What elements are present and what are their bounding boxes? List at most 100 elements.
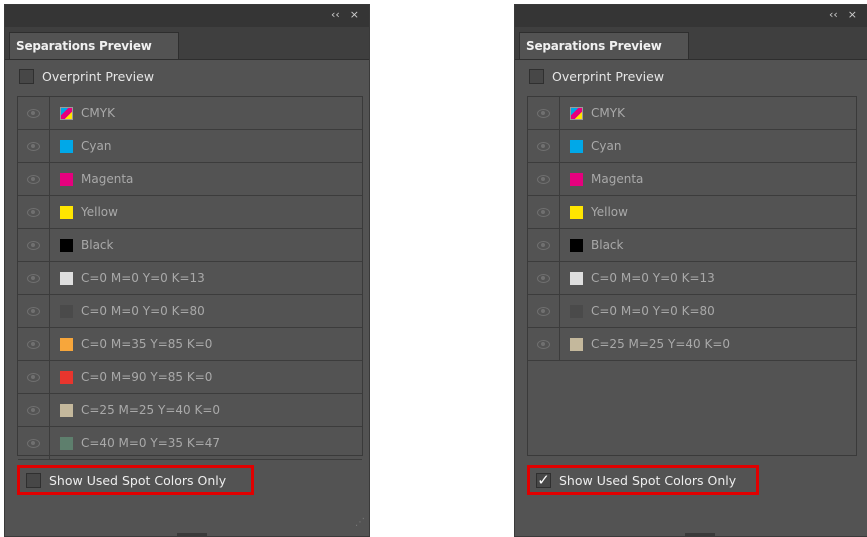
ink-row[interactable]: C=0 M=35 Y=85 K=0 [18,328,362,361]
color-swatch [60,403,73,417]
visibility-toggle[interactable] [528,295,560,327]
show-used-spot-colors-checkbox[interactable]: ✓ [536,470,551,489]
ink-row[interactable]: Cyan [528,130,856,163]
visibility-toggle[interactable] [18,262,50,294]
show-used-spot-colors-option[interactable]: Show Used Spot Colors Only [17,465,254,495]
color-swatch [60,436,73,450]
visibility-toggle[interactable] [18,97,50,129]
color-swatch [60,238,73,252]
color-swatch [60,370,73,384]
visibility-toggle[interactable] [18,196,50,228]
tab-separations-preview[interactable]: Separations Preview [9,32,179,59]
eye-icon [27,339,40,349]
visibility-toggle[interactable] [18,394,50,426]
close-icon[interactable]: × [848,8,857,21]
overprint-preview-checkbox[interactable] [529,68,544,84]
separations-preview-panel-right: ‹‹ × Separations Preview Overprint Previ… [514,4,867,537]
ink-name: C=0 M=0 Y=0 K=13 [81,271,205,285]
show-used-spot-colors-option[interactable]: ✓ Show Used Spot Colors Only [527,465,759,495]
tab-separations-preview[interactable]: Separations Preview [519,32,689,59]
eye-icon [537,141,550,151]
visibility-toggle[interactable] [18,328,50,360]
visibility-toggle[interactable] [528,328,560,360]
visibility-toggle[interactable] [528,97,560,129]
ink-row[interactable]: C=0 M=0 Y=0 K=80 [528,295,856,328]
visibility-toggle[interactable] [528,130,560,162]
ink-row[interactable]: Yellow [528,196,856,229]
eye-icon [537,174,550,184]
cmyk-swatch-icon [60,106,73,120]
ink-name: C=0 M=0 Y=0 K=80 [81,304,205,318]
eye-icon [27,207,40,217]
visibility-toggle[interactable] [18,229,50,261]
visibility-toggle[interactable] [18,427,50,459]
eye-icon [537,306,550,316]
panel-drag-handle[interactable] [685,533,715,536]
show-used-spot-colors-label: Show Used Spot Colors Only [49,472,227,488]
visibility-toggle[interactable] [528,229,560,261]
panel-titlebar: ‹‹ × [5,5,369,27]
color-swatch [60,271,73,285]
ink-row[interactable]: Magenta [528,163,856,196]
resize-grip-icon[interactable]: ⋰ [355,517,365,528]
ink-row[interactable]: Black [18,229,362,262]
ink-row[interactable]: Black [528,229,856,262]
color-swatch [60,304,73,318]
ink-list: CMYK Cyan Magenta Yellow Black C=0 M=0 Y=0 K=… [17,96,363,460]
ink-name: C=0 M=90 Y=85 K=0 [81,370,213,384]
cmyk-swatch-icon [570,106,583,120]
ink-row[interactable]: CMYK [528,97,856,130]
overprint-preview-checkbox[interactable] [19,68,34,84]
color-swatch [60,172,73,186]
color-swatch [570,337,583,351]
ink-name: Black [591,238,624,252]
collapse-icon[interactable]: ‹‹ [829,8,838,21]
collapse-icon[interactable]: ‹‹ [331,8,340,21]
ink-row[interactable]: Magenta [18,163,362,196]
ink-name: C=0 M=35 Y=85 K=0 [81,337,213,351]
ink-row[interactable]: C=0 M=0 Y=0 K=80 [18,295,362,328]
eye-icon [27,141,40,151]
eye-icon [27,438,40,448]
panel-titlebar: ‹‹ × [515,5,867,27]
ink-row[interactable]: C=0 M=0 Y=0 K=13 [18,262,362,295]
ink-row[interactable]: C=40 M=0 Y=35 K=47 [18,427,362,460]
close-icon[interactable]: × [350,8,359,21]
color-swatch [570,205,583,219]
ink-row[interactable]: Yellow [18,196,362,229]
ink-row[interactable]: C=0 M=90 Y=85 K=0 [18,361,362,394]
ink-name: CMYK [591,106,625,120]
eye-icon [27,108,40,118]
overprint-preview-option[interactable]: Overprint Preview [529,66,664,86]
color-swatch [60,205,73,219]
ink-row[interactable]: Cyan [18,130,362,163]
visibility-toggle[interactable] [528,163,560,195]
visibility-toggle[interactable] [18,163,50,195]
show-used-spot-colors-label: Show Used Spot Colors Only [559,472,737,488]
panel-drag-handle[interactable] [177,533,207,536]
ink-name: Cyan [591,139,622,153]
ink-name: C=40 M=0 Y=35 K=47 [81,436,221,450]
show-used-spot-colors-checkbox[interactable] [26,472,41,488]
eye-icon [27,240,40,250]
ink-list: CMYK Cyan Magenta Yellow Black C=0 M=0 Y=0 K=… [527,96,857,456]
overprint-preview-option[interactable]: Overprint Preview [19,66,154,86]
eye-icon [537,108,550,118]
ink-row[interactable]: CMYK [18,97,362,130]
checkmark-icon: ✓ [537,470,550,489]
overprint-preview-label: Overprint Preview [552,68,665,84]
ink-name: Black [81,238,114,252]
visibility-toggle[interactable] [18,295,50,327]
ink-row[interactable]: C=25 M=25 Y=40 K=0 [18,394,362,427]
visibility-toggle[interactable] [18,361,50,393]
ink-row[interactable]: C=25 M=25 Y=40 K=0 [528,328,856,361]
visibility-toggle[interactable] [18,130,50,162]
visibility-toggle[interactable] [528,196,560,228]
overprint-preview-label: Overprint Preview [42,68,155,84]
ink-name: C=25 M=25 Y=40 K=0 [81,403,221,417]
ink-row[interactable]: C=0 M=0 Y=0 K=13 [528,262,856,295]
eye-icon [537,240,550,250]
color-swatch [60,337,73,351]
ink-name: C=0 M=0 Y=0 K=13 [591,271,715,285]
visibility-toggle[interactable] [528,262,560,294]
